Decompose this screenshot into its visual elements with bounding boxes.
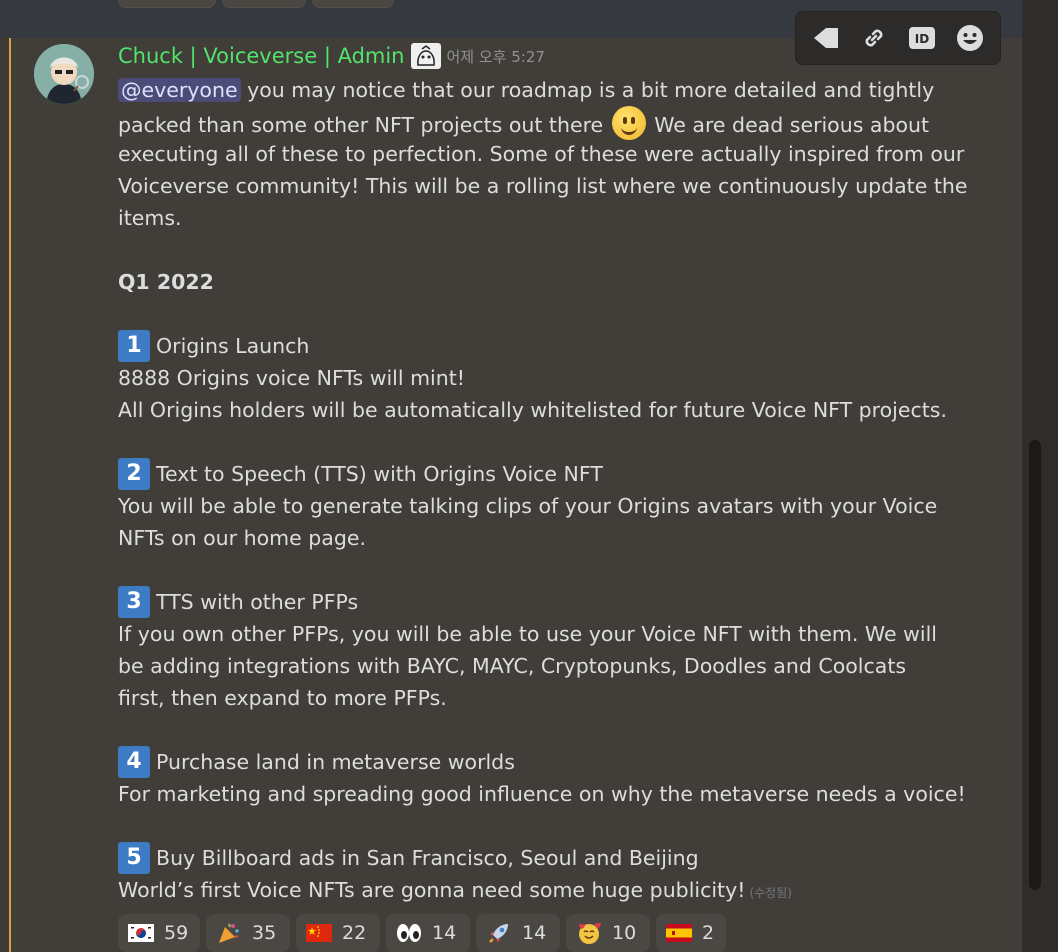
keycap-3-icon: 3 <box>118 586 150 618</box>
reaction-korea-flag[interactable]: 59 <box>118 914 200 952</box>
roadmap-item-text: You will be able to generate talking cli… <box>118 494 938 518</box>
mention-highlight-bar <box>9 38 11 952</box>
eyes-icon <box>396 922 422 944</box>
roadmap-item-text: 8888 Origins voice NFTs will mint! <box>118 366 465 390</box>
message-action-toolbar: ID <box>795 11 1001 65</box>
reaction-party-popper[interactable]: 35 <box>206 914 290 952</box>
reaction-rocket[interactable]: 14 <box>476 914 560 952</box>
roadmap-item-text: first, then expand to more PFPs. <box>118 686 447 710</box>
previous-reaction[interactable] <box>118 0 216 8</box>
add-reaction-icon[interactable] <box>952 20 988 56</box>
keycap-1-icon: 1 <box>118 330 150 362</box>
roadmap-item-text: For marketing and spreading good influen… <box>118 782 966 806</box>
party-popper-icon <box>216 922 242 944</box>
roadmap-item-text: All Origins holders will be automaticall… <box>118 398 947 422</box>
reaction-count: 14 <box>522 922 547 944</box>
message-text: you may notice that our roadmap is a bit… <box>240 78 935 102</box>
username[interactable]: Chuck | Voiceverse | Admin <box>118 44 405 68</box>
slightly-smiling-face-icon <box>611 106 646 140</box>
reaction-count: 22 <box>342 922 367 944</box>
roadmap-item-title: Buy Billboard ads in San Francisco, Seou… <box>156 846 699 870</box>
id-icon[interactable]: ID <box>904 20 940 56</box>
scrollbar-thumb[interactable] <box>1029 440 1041 890</box>
role-badge-icon <box>410 43 441 69</box>
section-title: Q1 2022 <box>118 270 214 294</box>
keycap-5-icon: 5 <box>118 842 150 874</box>
roadmap-item-title: Origins Launch <box>156 334 310 358</box>
edited-label: (수정됨) <box>749 886 792 900</box>
timestamp[interactable]: 어제 오후 5:27 <box>447 46 545 67</box>
keycap-2-icon: 2 <box>118 458 150 490</box>
reaction-china-flag[interactable]: 22 <box>296 914 380 952</box>
reaction-count: 2 <box>702 922 715 944</box>
smiling-hearts-icon <box>576 922 602 944</box>
message-text: items. <box>118 206 182 230</box>
previous-reaction[interactable] <box>222 0 306 8</box>
keycap-4-icon: 4 <box>118 746 150 778</box>
spain-flag-icon <box>666 922 692 944</box>
avatar[interactable] <box>34 44 94 104</box>
rocket-icon <box>486 922 512 944</box>
message-content: @everyone you may notice that our roadma… <box>118 74 968 906</box>
reply-icon[interactable] <box>808 20 844 56</box>
roadmap-item-text: If you own other PFPs, you will be able … <box>118 622 937 646</box>
china-flag-icon <box>306 922 332 944</box>
roadmap-item-text: be adding integrations with BAYC, MAYC, … <box>118 654 907 678</box>
roadmap-item-text: NFTs on our home page. <box>118 526 366 550</box>
roadmap-item-title: Text to Speech (TTS) with Origins Voice … <box>156 462 603 486</box>
svg-text:ID: ID <box>915 32 929 46</box>
message-header: Chuck | Voiceverse | Admin 어제 오후 5:27 <box>118 40 545 72</box>
reaction-bar: 59 35 22 14 14 10 2 <box>118 914 726 952</box>
message-text: executing all of these to perfection. So… <box>118 142 965 166</box>
reaction-smiling-hearts[interactable]: 10 <box>566 914 650 952</box>
roadmap-item-text: World’s first Voice NFTs are gonna need … <box>118 878 746 902</box>
reaction-count: 35 <box>252 922 277 944</box>
korea-flag-icon <box>128 922 154 944</box>
message-text: Voiceverse community! This will be a rol… <box>118 174 968 198</box>
roadmap-item-title: TTS with other PFPs <box>156 590 359 614</box>
reaction-eyes[interactable]: 14 <box>386 914 470 952</box>
link-icon[interactable] <box>856 20 892 56</box>
reaction-count: 10 <box>612 922 637 944</box>
previous-reaction[interactable] <box>312 0 394 8</box>
reaction-count: 59 <box>164 922 189 944</box>
message-text: packed than some other NFT projects out … <box>118 113 610 137</box>
message-text: We are dead serious about <box>647 113 930 137</box>
roadmap-item-title: Purchase land in metaverse worlds <box>156 750 515 774</box>
reaction-spain-flag[interactable]: 2 <box>656 914 726 952</box>
everyone-mention[interactable]: @everyone <box>118 78 241 102</box>
reaction-count: 14 <box>432 922 457 944</box>
